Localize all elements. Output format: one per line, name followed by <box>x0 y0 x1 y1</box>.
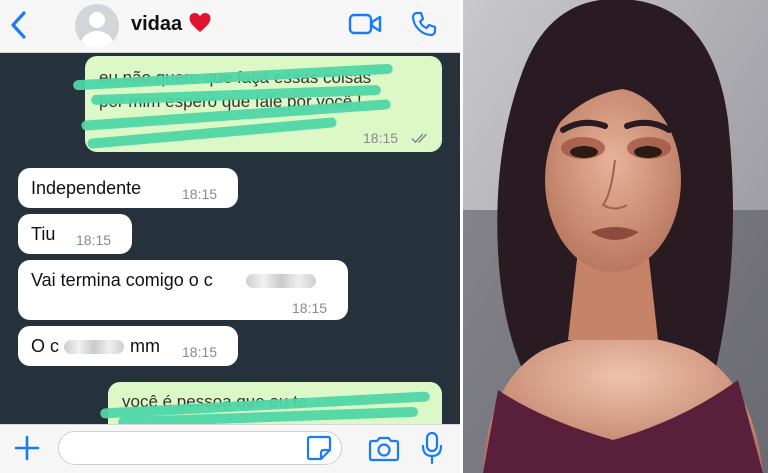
incoming-message: O c mm 18:15 <box>18 326 238 366</box>
camera-icon[interactable] <box>367 435 401 463</box>
message-time: 18:15 <box>363 130 399 146</box>
phone-call-icon[interactable] <box>410 10 438 38</box>
incoming-message: Independente 18:15 <box>18 168 238 208</box>
message-composer <box>0 424 460 473</box>
message-text: Independente <box>31 178 142 198</box>
portrait-photo <box>463 0 768 473</box>
plus-icon[interactable] <box>12 433 42 463</box>
message-input[interactable] <box>58 431 342 465</box>
chat-screenshot: vidaa eu não quero que faça essas coisas… <box>0 0 460 473</box>
blurred-word <box>64 340 124 354</box>
message-text: O c <box>31 336 60 356</box>
contact-name[interactable]: vidaa <box>131 13 182 36</box>
blurred-word <box>246 274 316 288</box>
chat-header: vidaa <box>0 0 460 53</box>
message-text: Tiu <box>31 224 56 244</box>
message-text: mm <box>130 336 160 356</box>
incoming-message: Tiu 18:15 <box>18 214 132 254</box>
message-time: 18:15 <box>76 232 112 248</box>
message-time: 18:15 <box>182 344 218 360</box>
outgoing-message: eu não quero que faça essas coisas por m… <box>72 56 442 152</box>
message-time: 18:15 <box>292 300 328 316</box>
read-checks-icon <box>411 133 427 144</box>
microphone-icon[interactable] <box>420 431 444 465</box>
message-time: 18:15 <box>182 186 218 202</box>
video-call-icon[interactable] <box>348 12 382 36</box>
back-chevron-icon[interactable] <box>8 10 30 40</box>
contact-avatar[interactable] <box>75 4 119 48</box>
message-text: Vai termina comigo o c <box>31 270 213 290</box>
heart-emoji <box>189 13 211 32</box>
sticker-icon[interactable] <box>305 434 333 462</box>
incoming-message: Vai termina comigo o c 18:15 <box>18 260 348 320</box>
